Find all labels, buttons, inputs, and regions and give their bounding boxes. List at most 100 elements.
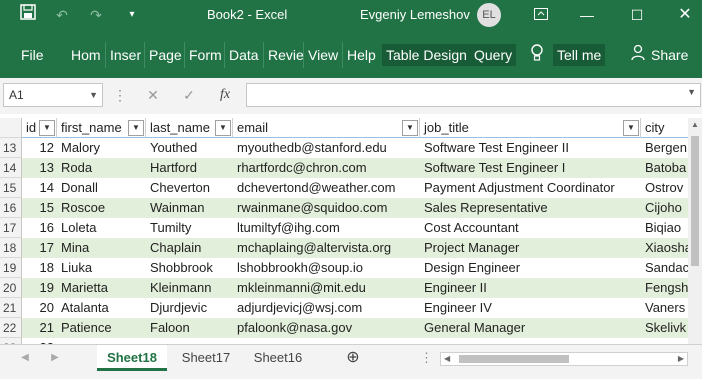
row-number[interactable]: 18 bbox=[0, 238, 22, 258]
filter-dropdown-icon[interactable]: ▼ bbox=[623, 120, 639, 136]
cell-job-title[interactable]: Software Test Engineer I bbox=[420, 158, 641, 178]
tab-formulas[interactable]: Form bbox=[189, 44, 222, 66]
add-sheet-icon[interactable]: ⊕ bbox=[343, 345, 363, 371]
row-number[interactable]: 14 bbox=[0, 158, 22, 178]
horizontal-scrollbar[interactable]: ◀ ▶ bbox=[440, 352, 688, 366]
cell-id[interactable]: 12 bbox=[22, 138, 57, 158]
scroll-sheets-right-icon[interactable]: ▶ bbox=[48, 345, 62, 371]
cell-email[interactable]: mkleinmanni@mit.edu bbox=[233, 278, 420, 298]
lightbulb-icon[interactable] bbox=[526, 44, 548, 66]
cell-id[interactable]: 14 bbox=[22, 178, 57, 198]
cell-job-title[interactable]: Engineer IV bbox=[420, 298, 641, 318]
column-header-email[interactable]: email bbox=[233, 118, 420, 138]
cell-first-name[interactable]: Liuka bbox=[57, 258, 146, 278]
row-number[interactable]: 21 bbox=[0, 298, 22, 318]
avatar[interactable]: EL bbox=[477, 3, 501, 27]
undo-icon[interactable]: ↶ bbox=[48, 0, 76, 30]
cell-first-name[interactable]: Donall bbox=[57, 178, 146, 198]
cell-email[interactable]: adjurdjevicj@wsj.com bbox=[233, 298, 420, 318]
cell-id[interactable]: 19 bbox=[22, 278, 57, 298]
cell-id[interactable]: 20 bbox=[22, 298, 57, 318]
cell-id[interactable]: 15 bbox=[22, 198, 57, 218]
cell-email[interactable]: dchevertond@weather.com bbox=[233, 178, 420, 198]
expand-formula-icon[interactable]: ▼ bbox=[687, 87, 696, 97]
sheet-tab-sheet17[interactable]: Sheet17 bbox=[171, 345, 241, 371]
select-all-corner[interactable] bbox=[0, 118, 22, 138]
tab-data[interactable]: Data bbox=[229, 44, 259, 66]
cell-email[interactable]: mchaplaing@altervista.org bbox=[233, 238, 420, 258]
name-box[interactable]: A1 ▼ bbox=[3, 83, 103, 107]
cell-email[interactable]: myouthedb@stanford.edu bbox=[233, 138, 420, 158]
more-options-icon[interactable]: ⋮ bbox=[110, 83, 130, 107]
cell-first-name[interactable]: Atalanta bbox=[57, 298, 146, 318]
cell-job-title[interactable]: General Manager bbox=[420, 318, 641, 338]
cell-last-name[interactable]: Djurdjevic bbox=[146, 298, 233, 318]
chevron-down-icon[interactable]: ▼ bbox=[89, 84, 98, 106]
split-handle-icon[interactable]: ⋮ bbox=[420, 345, 433, 371]
cell-id[interactable]: 18 bbox=[22, 258, 57, 278]
vertical-scroll-thumb[interactable] bbox=[691, 136, 699, 266]
cell-first-name[interactable]: Malory bbox=[57, 138, 146, 158]
cell-last-name[interactable]: Cheverton bbox=[146, 178, 233, 198]
cell-id[interactable]: 21 bbox=[22, 318, 57, 338]
share-icon[interactable] bbox=[630, 44, 648, 66]
tab-review[interactable]: Revie bbox=[268, 44, 304, 66]
tell-me-search[interactable]: Tell me bbox=[553, 44, 606, 66]
insert-function-icon[interactable]: fx bbox=[212, 83, 238, 107]
enter-icon[interactable]: ✓ bbox=[176, 83, 202, 107]
maximize-icon[interactable]: ☐ bbox=[622, 0, 652, 30]
close-icon[interactable]: ✕ bbox=[670, 0, 700, 30]
tab-table-design[interactable]: Table Design bbox=[382, 44, 471, 66]
vertical-scrollbar[interactable]: ▲ bbox=[688, 118, 702, 344]
cell-first-name[interactable]: Marietta bbox=[57, 278, 146, 298]
tab-help[interactable]: Help bbox=[347, 44, 376, 66]
cell-id[interactable]: 17 bbox=[22, 238, 57, 258]
share-button[interactable]: Share bbox=[651, 44, 688, 66]
filter-dropdown-icon[interactable]: ▼ bbox=[39, 120, 55, 136]
cell-job-title[interactable]: Engineer II bbox=[420, 278, 641, 298]
save-icon[interactable] bbox=[14, 0, 42, 30]
cell-first-name[interactable]: Roda bbox=[57, 158, 146, 178]
row-number[interactable]: 22 bbox=[0, 318, 22, 338]
redo-icon[interactable]: ↷ bbox=[82, 0, 110, 30]
cell-first-name[interactable]: Mina bbox=[57, 238, 146, 258]
cell-last-name[interactable]: Chaplain bbox=[146, 238, 233, 258]
tab-page[interactable]: Page bbox=[149, 44, 182, 66]
scroll-sheets-left-icon[interactable]: ◀ bbox=[18, 345, 32, 371]
cell-last-name[interactable]: Youthed bbox=[146, 138, 233, 158]
cell-email[interactable]: lshobbrookh@soup.io bbox=[233, 258, 420, 278]
cell-email[interactable]: rwainmane@squidoo.com bbox=[233, 198, 420, 218]
column-header-job-title[interactable]: job_title bbox=[420, 118, 641, 138]
cell-first-name[interactable]: Patience bbox=[57, 318, 146, 338]
cell-last-name[interactable]: Tumilty bbox=[146, 218, 233, 238]
tab-insert[interactable]: Inser bbox=[110, 44, 141, 66]
minimize-icon[interactable]: — bbox=[572, 0, 602, 30]
filter-dropdown-icon[interactable]: ▼ bbox=[215, 120, 231, 136]
cell-email[interactable]: ltumiltyf@ihg.com bbox=[233, 218, 420, 238]
scroll-up-icon[interactable]: ▲ bbox=[691, 120, 699, 129]
cell-last-name[interactable]: Faloon bbox=[146, 318, 233, 338]
cell-job-title[interactable]: Design Engineer bbox=[420, 258, 641, 278]
cell-job-title[interactable]: Payment Adjustment Coordinator bbox=[420, 178, 641, 198]
cell-first-name[interactable]: Roscoe bbox=[57, 198, 146, 218]
row-number[interactable]: 15 bbox=[0, 178, 22, 198]
scroll-right-icon[interactable]: ▶ bbox=[678, 353, 684, 365]
cell-email[interactable]: pfaloonk@nasa.gov bbox=[233, 318, 420, 338]
cell-first-name[interactable]: Loleta bbox=[57, 218, 146, 238]
formula-input[interactable]: ▼ bbox=[246, 83, 701, 107]
cell-job-title[interactable]: Sales Representative bbox=[420, 198, 641, 218]
row-number[interactable]: 19 bbox=[0, 258, 22, 278]
cell-last-name[interactable]: Kleinmann bbox=[146, 278, 233, 298]
ribbon-display-icon[interactable] bbox=[526, 0, 556, 30]
cell-job-title[interactable]: Software Test Engineer II bbox=[420, 138, 641, 158]
row-number[interactable]: 16 bbox=[0, 198, 22, 218]
tab-file[interactable]: File bbox=[21, 44, 44, 66]
tab-query[interactable]: Query bbox=[470, 44, 517, 66]
row-number[interactable]: 20 bbox=[0, 278, 22, 298]
cell-last-name[interactable]: Hartford bbox=[146, 158, 233, 178]
filter-dropdown-icon[interactable]: ▼ bbox=[402, 120, 418, 136]
filter-dropdown-icon[interactable]: ▼ bbox=[128, 120, 144, 136]
tab-view[interactable]: View bbox=[308, 44, 338, 66]
customize-icon[interactable]: ▾ bbox=[118, 0, 146, 30]
cell-email[interactable]: rhartfordc@chron.com bbox=[233, 158, 420, 178]
